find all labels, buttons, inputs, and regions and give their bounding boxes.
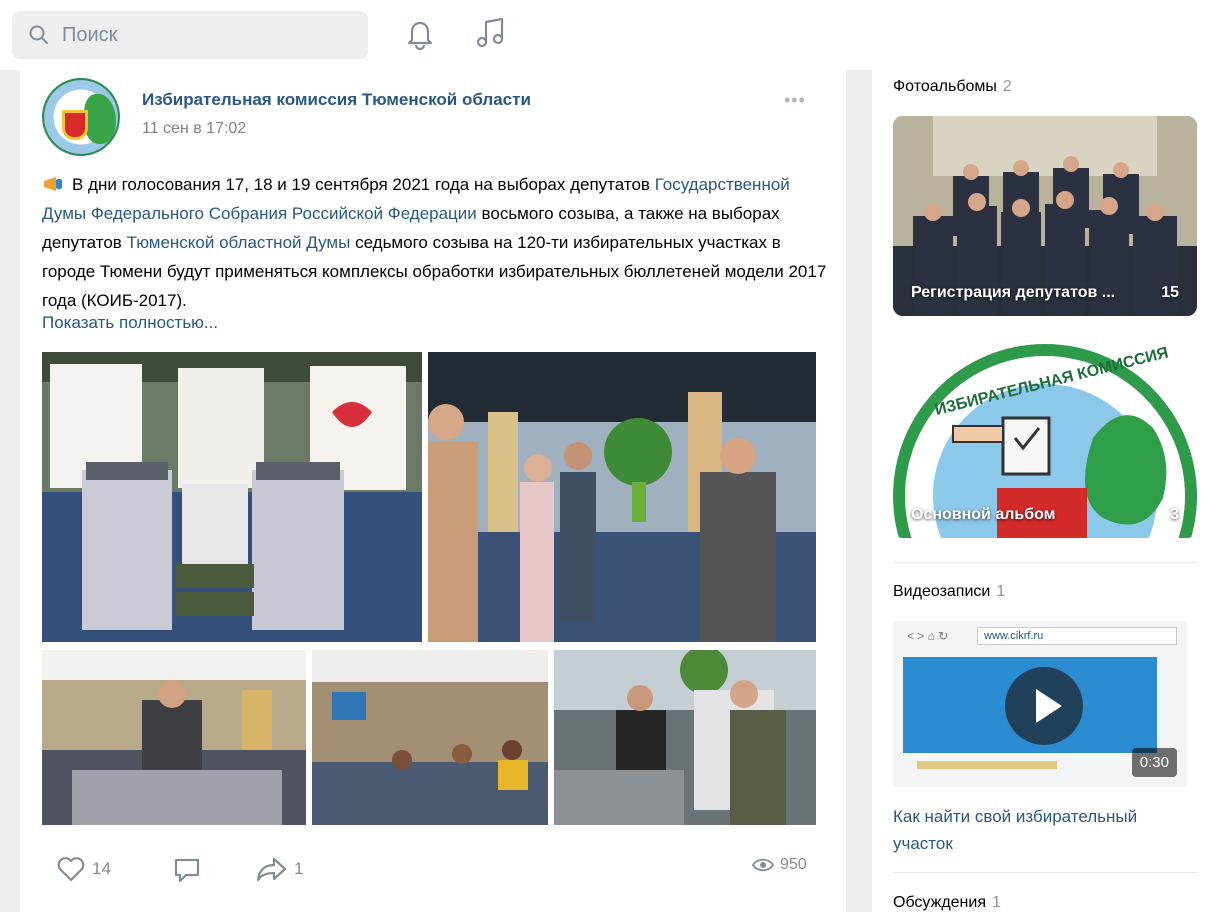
browser-nav-icons: < > ⌂ ↻	[907, 629, 949, 643]
more-options-icon[interactable]: •••	[784, 90, 806, 111]
videos-header[interactable]: Видеозаписи 1	[893, 583, 1005, 601]
share-button[interactable]: 1	[256, 856, 303, 882]
search-icon	[29, 25, 48, 44]
sidebar: Фотоальбомы 2 Регистрация депутатов ... 1…	[872, 70, 1221, 912]
region-map-shape	[84, 94, 116, 144]
like-button[interactable]: 14	[56, 856, 111, 882]
video-duration: 0:30	[1131, 748, 1177, 777]
post-photo[interactable]	[312, 650, 548, 825]
divider	[893, 562, 1197, 563]
post-photo[interactable]	[428, 352, 816, 642]
post-date[interactable]: 11 сен в 17:02	[142, 120, 246, 138]
photoalbums-count: 2	[1002, 78, 1012, 95]
discussions-header[interactable]: Обсуждения 1	[893, 894, 1001, 912]
share-count: 1	[294, 859, 304, 878]
share-icon	[256, 857, 287, 882]
top-bar: Поиск	[0, 0, 1221, 70]
eye-icon	[752, 858, 774, 872]
album-title: Регистрация депутатов ...	[911, 284, 1116, 301]
video-thumbnail[interactable]: < > ⌂ ↻ www.cikrf.ru 0:30	[893, 621, 1187, 787]
post-card: Избирательная комиссия Тюменской области…	[20, 70, 846, 912]
discussions-title: Обсуждения	[893, 894, 986, 911]
website-footer-bar	[917, 761, 1057, 769]
post-text-part: В дни голосования 17, 18 и 19 сентября 2…	[72, 175, 650, 194]
divider	[893, 872, 1197, 873]
post-actions: 14 1 950	[42, 852, 842, 892]
show-more-link[interactable]: Показать полностью...	[42, 313, 218, 333]
play-button-icon[interactable]	[1005, 667, 1083, 745]
videos-count: 1	[996, 583, 1006, 600]
album-registration[interactable]: Регистрация депутатов ... 15	[893, 116, 1197, 316]
music-icon[interactable]	[474, 16, 508, 50]
heart-icon	[57, 857, 85, 882]
post-photo[interactable]	[42, 352, 422, 642]
video-title-link[interactable]: Как найти свой избирательный участок	[893, 803, 1193, 857]
discussions-count: 1	[991, 894, 1001, 911]
post-photo[interactable]	[554, 650, 816, 825]
post-photo[interactable]	[42, 650, 306, 825]
like-count: 14	[92, 859, 111, 878]
photoalbums-header[interactable]: Фотоальбомы 2	[893, 78, 1012, 96]
megaphone-icon	[44, 177, 62, 191]
coat-of-arms-shape	[62, 110, 88, 140]
avatar[interactable]	[42, 78, 120, 156]
post-author[interactable]: Избирательная комиссия Тюменской области	[142, 90, 531, 110]
album-photo-count: 3	[1170, 506, 1179, 523]
post-text: В дни голосования 17, 18 и 19 сентября 2…	[42, 170, 832, 315]
link-regional-duma[interactable]: Тюменской областной Думы	[127, 233, 351, 252]
search-input[interactable]: Поиск	[12, 11, 368, 59]
comment-button[interactable]	[172, 856, 208, 884]
album-title: Основной альбом	[911, 506, 1056, 523]
comment-icon	[174, 858, 200, 883]
photoalbums-title: Фотоальбомы	[893, 78, 997, 95]
view-count: 950	[780, 856, 807, 873]
videos-title: Видеозаписи	[893, 583, 991, 600]
search-placeholder: Поиск	[62, 23, 118, 46]
bell-icon[interactable]	[404, 16, 436, 50]
album-main[interactable]: ИЗБИРАТЕЛЬНАЯ КОМИССИЯ Основной альбом 3	[893, 338, 1197, 538]
browser-address-bar: www.cikrf.ru	[977, 627, 1177, 645]
album-photo-count: 15	[1161, 284, 1179, 301]
views-counter: 950	[752, 856, 807, 874]
